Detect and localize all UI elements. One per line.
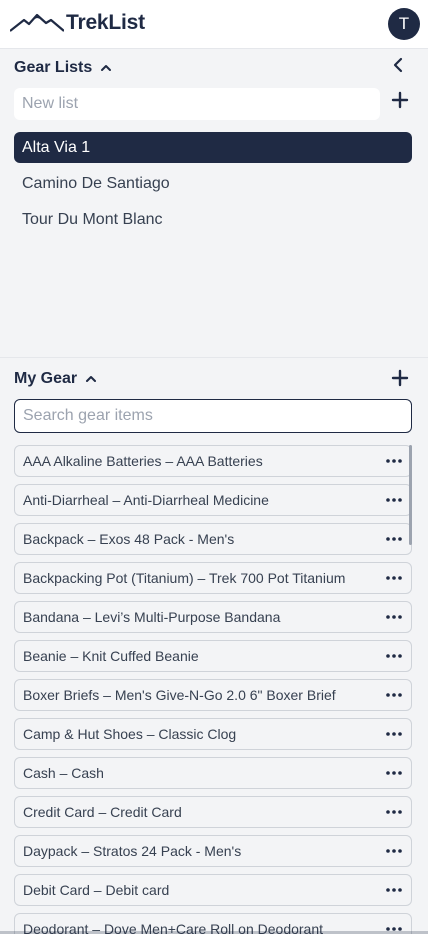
more-horizontal-icon[interactable]	[385, 530, 403, 548]
search-gear-input[interactable]	[14, 399, 412, 433]
my-gear-title: My Gear	[14, 370, 78, 387]
gear-item[interactable]: AAA Alkaline Batteries – AAA Batteries	[14, 445, 412, 477]
chevron-left-icon[interactable]	[390, 56, 408, 74]
gear-lists: Alta Via 1 Camino De Santiago Tour Du Mo…	[14, 132, 412, 240]
more-horizontal-icon[interactable]	[385, 452, 403, 470]
gear-item-label: Beanie – Knit Cuffed Beanie	[23, 648, 199, 664]
more-horizontal-icon[interactable]	[385, 842, 403, 860]
gear-list-item-tour-du-mont-blanc[interactable]: Tour Du Mont Blanc	[14, 204, 412, 240]
gear-item-label: Camp & Hut Shoes – Classic Clog	[23, 726, 237, 742]
app-name: TrekList	[66, 11, 145, 34]
gear-list-item-camino-de-santiago[interactable]: Camino De Santiago	[14, 168, 412, 204]
gear-item-label: Backpack – Exos 48 Pack - Men's	[23, 531, 235, 547]
gear-item[interactable]: Backpacking Pot (Titanium) – Trek 700 Po…	[14, 562, 412, 594]
more-horizontal-icon[interactable]	[385, 608, 403, 626]
new-list-input[interactable]	[14, 88, 380, 120]
gear-item[interactable]: Camp & Hut Shoes – Classic Clog	[14, 718, 412, 750]
gear-item[interactable]: Daypack – Stratos 24 Pack - Men's	[14, 835, 412, 867]
add-list-plus-icon[interactable]	[391, 91, 409, 109]
more-horizontal-icon[interactable]	[385, 881, 403, 899]
my-gear-header[interactable]: My Gear	[14, 370, 97, 388]
gear-item-label: Backpacking Pot (Titanium) – Trek 700 Po…	[23, 570, 346, 586]
section-divider[interactable]	[0, 357, 428, 358]
chevron-up-icon	[86, 376, 97, 382]
more-horizontal-icon[interactable]	[385, 764, 403, 782]
more-horizontal-icon[interactable]	[385, 803, 403, 821]
gear-item[interactable]: Credit Card – Credit Card	[14, 796, 412, 828]
gear-item-label: Anti-Diarrheal – Anti-Diarrheal Medicine	[23, 492, 269, 508]
gear-item-label: Bandana – Levi’s Multi-Purpose Bandana	[23, 609, 281, 625]
gear-item[interactable]: Boxer Briefs – Men's Give-N-Go 2.0 6" Bo…	[14, 679, 412, 711]
gear-item-label: Debit Card – Debit card	[23, 882, 170, 898]
gear-item-label: AAA Alkaline Batteries – AAA Batteries	[23, 453, 263, 469]
gear-item[interactable]: Debit Card – Debit card	[14, 874, 412, 906]
gear-item[interactable]: Backpack – Exos 48 Pack - Men's	[14, 523, 412, 555]
gear-lists-title: Gear Lists	[14, 59, 93, 76]
gear-item[interactable]: Cash – Cash	[14, 757, 412, 789]
gear-item[interactable]: Anti-Diarrheal – Anti-Diarrheal Medicine	[14, 484, 412, 516]
gear-lists-header[interactable]: Gear Lists	[14, 59, 112, 77]
more-horizontal-icon[interactable]	[385, 569, 403, 587]
gear-item-label: Daypack – Stratos 24 Pack - Men's	[23, 843, 242, 859]
gear-item-label: Cash – Cash	[23, 765, 104, 781]
gear-list-item-alta-via-1[interactable]: Alta Via 1	[14, 132, 412, 163]
gear-item[interactable]: Beanie – Knit Cuffed Beanie	[14, 640, 412, 672]
more-horizontal-icon[interactable]	[385, 647, 403, 665]
gear-item-label: Credit Card – Credit Card	[23, 804, 182, 820]
app-logo[interactable]: TrekList	[10, 11, 145, 35]
add-gear-plus-icon[interactable]	[391, 369, 409, 387]
more-horizontal-icon[interactable]	[385, 725, 403, 743]
mountain-logo-icon	[10, 13, 64, 32]
app-header: TrekList T	[0, 0, 428, 49]
gear-items-list: AAA Alkaline Batteries – AAA Batteries An…	[14, 445, 412, 934]
gear-item-label: Boxer Briefs – Men's Give-N-Go 2.0 6" Bo…	[23, 687, 336, 703]
user-avatar[interactable]: T	[388, 8, 420, 40]
more-horizontal-icon[interactable]	[385, 686, 403, 704]
chevron-up-icon	[101, 65, 112, 71]
more-horizontal-icon[interactable]	[385, 491, 403, 509]
gear-list-scrollbar[interactable]	[409, 445, 412, 545]
gear-item[interactable]: Bandana – Levi’s Multi-Purpose Bandana	[14, 601, 412, 633]
